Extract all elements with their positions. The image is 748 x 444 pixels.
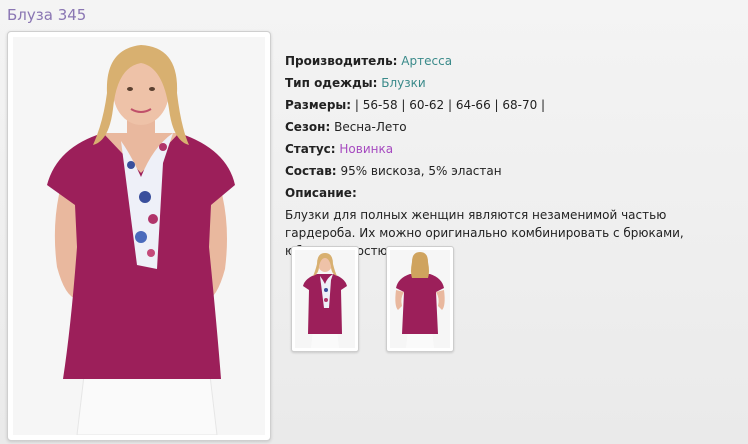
sizes-row: Размеры: | 56-58 | 60-62 | 64-66 | 68-70… <box>285 96 725 118</box>
clothing-type-label: Тип одежды: <box>285 76 378 90</box>
composition-label: Состав: <box>285 164 337 178</box>
season-row: Сезон: Весна-Лето <box>285 118 725 140</box>
composition-value: 95% вискоза, 5% эластан <box>340 164 502 178</box>
main-product-photo[interactable] <box>7 31 271 441</box>
thumbnail-front[interactable] <box>291 246 359 352</box>
status-row: Статус: Новинка <box>285 140 725 162</box>
model-front-thumbnail <box>295 250 355 348</box>
season-label: Сезон: <box>285 120 331 134</box>
product-details: Производитель: Артесса Тип одежды: Блузк… <box>285 52 725 260</box>
manufacturer-label: Производитель: <box>285 54 398 68</box>
sizes-value: | 56-58 | 60-62 | 64-66 | 68-70 | <box>354 98 546 112</box>
model-front-photo <box>13 37 265 435</box>
composition-row: Состав: 95% вискоза, 5% эластан <box>285 162 725 184</box>
status-label: Статус: <box>285 142 336 156</box>
clothing-type-link[interactable]: Блузки <box>381 76 425 90</box>
model-back-thumbnail <box>390 250 450 348</box>
manufacturer-row: Производитель: Артесса <box>285 52 725 74</box>
description-label: Описание: <box>285 186 357 200</box>
thumbnail-back[interactable] <box>386 246 454 352</box>
season-value: Весна-Лето <box>334 120 407 134</box>
clothing-type-row: Тип одежды: Блузки <box>285 74 725 96</box>
manufacturer-link[interactable]: Артесса <box>401 54 452 68</box>
description-row: Описание: <box>285 184 725 206</box>
status-link[interactable]: Новинка <box>339 142 393 156</box>
sizes-label: Размеры: <box>285 98 352 112</box>
page-title: Блуза 345 <box>7 6 87 24</box>
